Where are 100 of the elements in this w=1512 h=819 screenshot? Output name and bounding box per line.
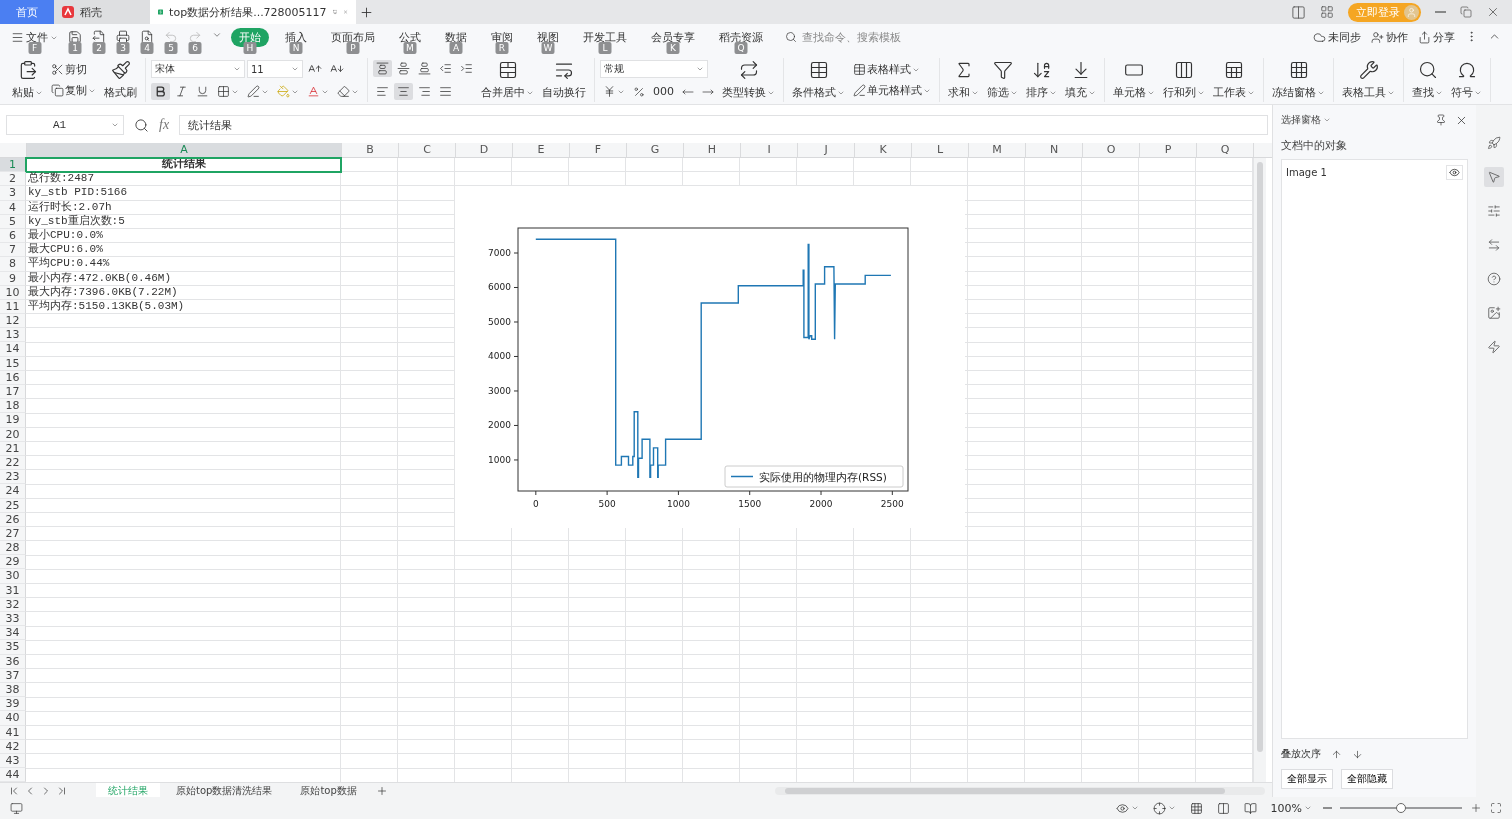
row-number[interactable]: 12 [0, 314, 26, 329]
cell-style-button[interactable]: 单元格样式 [850, 81, 934, 100]
rows-columns-button[interactable]: 行和列 [1160, 58, 1208, 102]
chart-image[interactable]: 0 500 1000 1500 2000 2500 1000 2000 3000 4000 5000 6000 7000 实际使用的物理内存(RSS) [455, 186, 965, 528]
row-number[interactable]: 29 [0, 555, 26, 570]
column-header[interactable]: I [741, 143, 798, 157]
column-header[interactable]: M [969, 143, 1026, 157]
sheet-tab[interactable]: 原始top数据 [288, 783, 369, 800]
row-number[interactable]: 24 [0, 484, 26, 499]
y-tick-label: 2000 [488, 420, 511, 431]
formula-field[interactable]: 统计结果 [179, 115, 1268, 135]
font-size-select[interactable]: 11 [247, 60, 303, 78]
conditional-format-button[interactable]: 条件格式 [789, 58, 848, 102]
worksheet-button[interactable]: 工作表 [1210, 58, 1258, 102]
horizontal-align-button[interactable] [394, 83, 413, 100]
zoom-formula-icon [134, 117, 149, 133]
row-number[interactable]: 28 [0, 541, 26, 556]
row-number[interactable]: 3 [0, 186, 26, 201]
table-style-button[interactable]: 表格样式 [850, 60, 934, 79]
column-header[interactable]: K [855, 143, 912, 157]
zoom-in-icon [1470, 802, 1482, 814]
symbol-button[interactable]: 符号 [1448, 58, 1485, 102]
column-header[interactable]: D [456, 143, 513, 157]
copy-button[interactable]: 复制 [48, 81, 99, 100]
wrap-text-button[interactable]: 自动换行 [539, 58, 589, 102]
share-button[interactable]: 分享 [1415, 28, 1458, 47]
column-header[interactable]: J [798, 143, 855, 157]
bold-icon [154, 85, 167, 98]
row-number[interactable]: 17 [0, 385, 26, 400]
row-number[interactable]: 40 [0, 711, 26, 726]
function-label[interactable]: fx [159, 117, 170, 133]
column-header[interactable]: E [513, 143, 570, 157]
yen-icon [603, 85, 616, 98]
thousands-button[interactable]: 000 [650, 83, 677, 100]
vertical-scrollbar[interactable] [1253, 158, 1266, 783]
column-header[interactable]: N [1026, 143, 1083, 157]
vertical-align-button[interactable] [394, 60, 413, 77]
column-header[interactable]: O [1083, 143, 1140, 157]
row-number[interactable]: 33 [0, 612, 26, 627]
row-number[interactable]: 18 [0, 399, 26, 414]
column-header[interactable]: L [912, 143, 969, 157]
cloud-icon [1313, 31, 1326, 44]
pane-title[interactable]: 选择窗格 [1281, 113, 1331, 127]
pane-heading: 文档中的对象 [1281, 138, 1348, 153]
format-painter-button[interactable]: 格式刷 [101, 58, 140, 102]
freeze-panes-button[interactable]: 冻结窗格 [1269, 58, 1328, 102]
zoom-select[interactable]: 100% [1267, 799, 1315, 817]
row-number[interactable]: 35 [0, 640, 26, 655]
save-icon [68, 30, 82, 44]
row-number[interactable]: 7 [0, 243, 26, 258]
shortcut-key-badge: R [495, 42, 509, 54]
row-number[interactable]: 19 [0, 413, 26, 428]
sort-button[interactable]: 排序 [1023, 58, 1060, 102]
sum-button[interactable]: 求和 [945, 58, 982, 102]
column-header[interactable]: C [399, 143, 456, 157]
document-tab[interactable]: top数据分析结果...728005117 [150, 0, 356, 24]
name-box[interactable]: A1 [6, 115, 124, 135]
column-header[interactable]: Q [1197, 143, 1254, 157]
column-header[interactable]: B [342, 143, 399, 157]
visibility-toggle[interactable] [1446, 164, 1463, 180]
paste-button[interactable]: 粘贴 [9, 58, 46, 102]
row-number[interactable]: 14 [0, 342, 26, 357]
column-header[interactable]: H [684, 143, 741, 157]
vertical-align-button[interactable] [373, 60, 392, 77]
show-all-button[interactable]: 全部显示 [1281, 769, 1333, 789]
fill-button[interactable]: 填充 [1062, 58, 1099, 102]
font-style-button[interactable] [151, 83, 170, 100]
row-number[interactable]: 30 [0, 569, 26, 584]
sync-button[interactable]: 未同步 [1310, 28, 1364, 47]
column-header[interactable]: F [570, 143, 627, 157]
row-number[interactable]: 2 [0, 172, 26, 187]
zoom-slider-thumb[interactable] [1396, 803, 1406, 813]
hide-all-button[interactable]: 全部隐藏 [1341, 769, 1393, 789]
filter-button[interactable]: 筛选 [984, 58, 1021, 102]
row-number[interactable]: 8 [0, 257, 26, 272]
row-number[interactable]: 23 [0, 470, 26, 485]
select-button[interactable] [1484, 167, 1504, 187]
table-cell-text: 最小CPU:0.0% [27, 228, 104, 243]
find-button[interactable]: 查找 [1409, 58, 1446, 102]
object-name[interactable]: Image 1 [1286, 166, 1327, 178]
convert-type-button[interactable]: 类型转换 [719, 58, 778, 102]
command-search-field[interactable]: 查找命令、搜索模板 [785, 28, 924, 44]
row-number[interactable]: 34 [0, 626, 26, 641]
column-header[interactable]: P [1140, 143, 1197, 157]
horizontal-scrollbar[interactable] [774, 787, 1265, 796]
row-number[interactable]: 39 [0, 697, 26, 712]
document-tab[interactable]: 首页 [0, 0, 54, 24]
row-number[interactable]: 44 [0, 768, 26, 783]
document-tab[interactable]: 稻壳 [54, 0, 150, 24]
row-number[interactable]: 13 [0, 328, 26, 343]
sheet-tab[interactable]: 原始top数据清洗结果 [164, 783, 285, 800]
cell-button[interactable]: 单元格 [1110, 58, 1158, 102]
table-tools-button[interactable]: 表格工具 [1339, 58, 1398, 102]
merge-center-button[interactable]: 合并居中 [478, 58, 537, 102]
number-format-select[interactable]: 常规 [600, 60, 708, 78]
collaborate-button[interactable]: 协作 [1368, 28, 1411, 47]
column-header[interactable]: G [627, 143, 684, 157]
font-select[interactable]: 宋体 [151, 60, 245, 78]
indent-increase-icon [460, 62, 473, 75]
cut-button[interactable]: 剪切 [48, 60, 99, 79]
